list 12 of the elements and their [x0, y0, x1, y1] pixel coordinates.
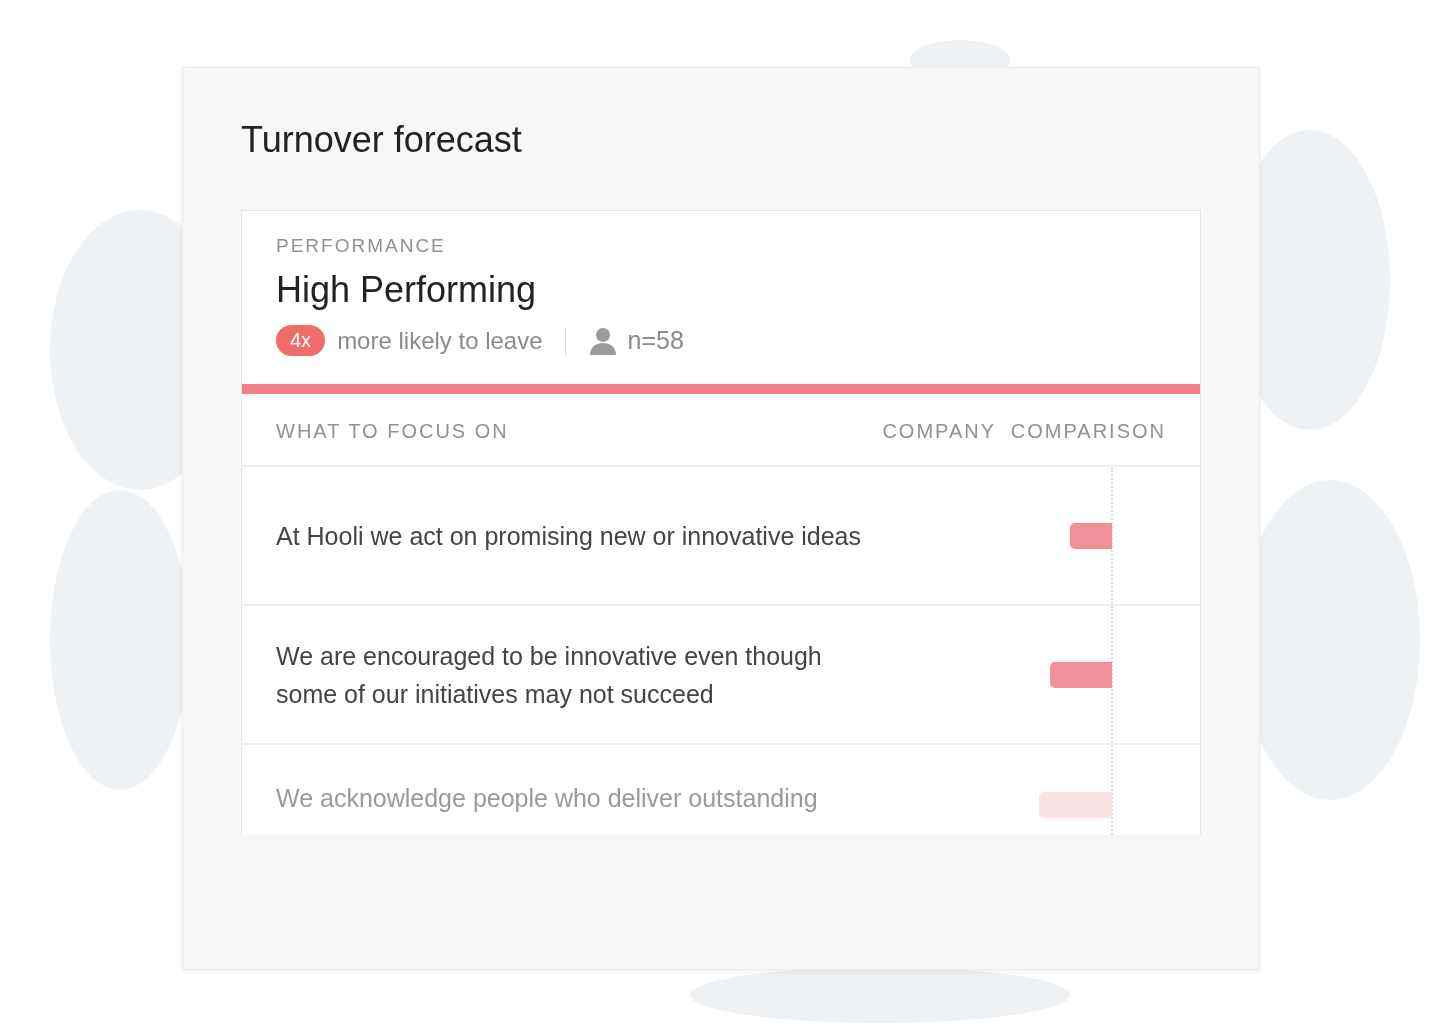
segment-label: PERFORMANCE	[276, 235, 447, 257]
likelihood-text: more likely to leave	[337, 326, 543, 355]
person-icon	[587, 325, 618, 356]
column-header: WHAT TO FOCUS ON	[276, 420, 509, 443]
statement-text: We acknowledge people who deliver outstanding	[276, 783, 819, 814]
segment-name: High Performing	[276, 269, 538, 311]
sample-count: n=58	[627, 326, 684, 355]
panel-title: Turnover forecast	[241, 118, 523, 162]
statement-text: We are encouraged to be innovative even though some of our initiatives may not succeed	[276, 640, 823, 710]
statement-text: At Hooli we act on promising new or innovative ideas	[276, 520, 863, 552]
multiplier-badge: 4x	[276, 325, 326, 356]
column-header: COMPANY COMPARISON	[882, 420, 1166, 443]
